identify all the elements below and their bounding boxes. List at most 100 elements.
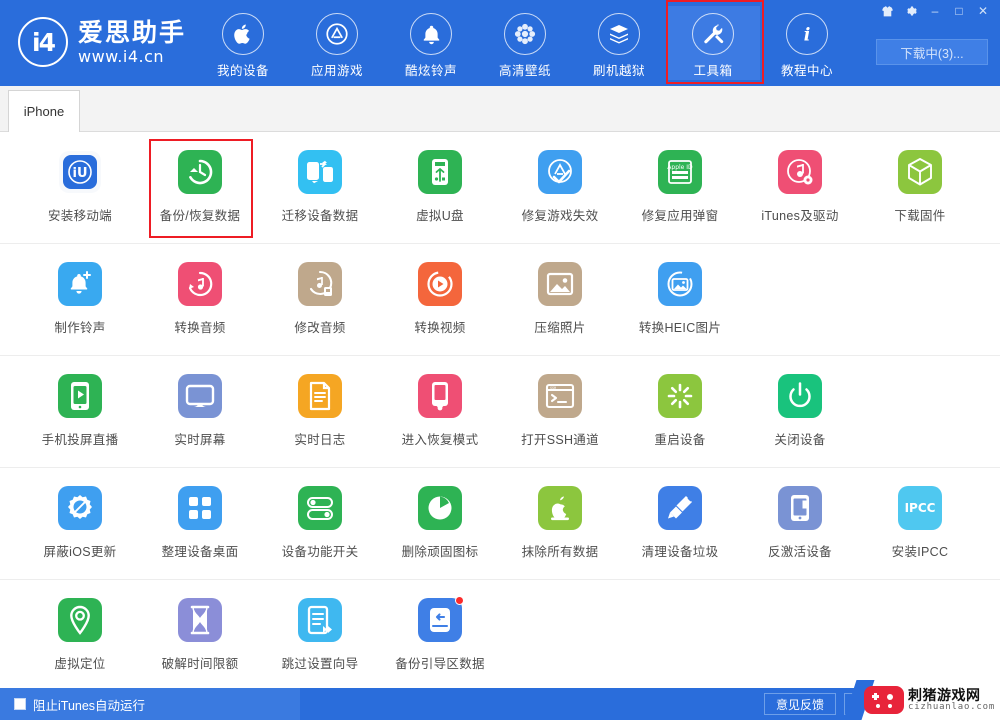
tool-live-screen[interactable]: 实时屏幕: [140, 356, 260, 467]
svg-text:SSH: SSH: [550, 386, 556, 390]
nav-item-flower[interactable]: 高清壁纸: [478, 6, 572, 80]
tool-deactivate[interactable]: 反激活设备: [740, 468, 860, 579]
tool-label: 实时日志: [294, 433, 346, 447]
migrate-device-icon: [298, 150, 342, 194]
flower-icon: [504, 13, 546, 55]
bell-icon: [410, 13, 452, 55]
tool-i4-app[interactable]: iU 安装移动端: [20, 132, 140, 243]
app-header: i4 爱思助手 www.i4.cn 我的设备 应用游戏 酷炫铃声 高清壁纸 刷机越狱 工具…: [0, 0, 1000, 86]
tool-label: 反激活设备: [767, 545, 832, 559]
toolbox-grid: iU 安装移动端 备份/恢复数据 迁移设备数据 虚拟U盘 修复游戏失效 Apple ID 修复…: [0, 132, 1000, 688]
svg-text:Apple ID: Apple ID: [667, 164, 693, 171]
nav-item-wrench[interactable]: 工具箱: [666, 0, 764, 84]
tool-label: 压缩照片: [534, 321, 586, 335]
tool-erase-all[interactable]: 抹除所有数据: [500, 468, 620, 579]
tool-label: 整理设备桌面: [161, 545, 239, 559]
tool-clean-junk[interactable]: 清理设备垃圾: [620, 468, 740, 579]
gear-icon[interactable]: [900, 2, 922, 20]
tool-itunes-driver[interactable]: iTunes及驱动: [740, 132, 860, 243]
tool-convert-video[interactable]: 转换视频: [380, 244, 500, 355]
skip-setup-icon: [298, 598, 342, 642]
brand-logo: i4 爱思助手 www.i4.cn: [18, 17, 186, 67]
nav-item-bell[interactable]: 酷炫铃声: [384, 6, 478, 80]
toolbox-row: iU 安装移动端 备份/恢复数据 迁移设备数据 虚拟U盘 修复游戏失效 Apple ID 修复…: [0, 132, 1000, 244]
tool-label: 修复游戏失效: [521, 209, 599, 223]
virtual-location-icon: [58, 598, 102, 642]
tool-label: 设备功能开关: [281, 545, 359, 559]
convert-video-icon: [418, 262, 462, 306]
watermark-cn: 刺猪游戏网: [908, 686, 981, 703]
tool-label: 删除顽固图标: [401, 545, 479, 559]
tool-feature-toggle[interactable]: 设备功能开关: [260, 468, 380, 579]
toolbox-row: 屏蔽iOS更新 整理设备桌面 设备功能开关 删除顽固图标 抹除所有数据 清理设备垃圾 反激活…: [0, 468, 1000, 580]
convert-audio-icon: [178, 262, 222, 306]
tool-label: 虚拟定位: [54, 657, 106, 671]
info-icon: i: [786, 13, 828, 55]
tool-label: 屏蔽iOS更新: [43, 545, 117, 559]
tool-label: 打开SSH通道: [521, 433, 599, 447]
toolbox-row: 制作铃声 转换音频 修改音频 转换视频 压缩照片 转换HEIC图片: [0, 244, 1000, 356]
tool-edit-audio[interactable]: 修改音频: [260, 244, 380, 355]
edit-audio-icon: [298, 262, 342, 306]
tool-hourglass[interactable]: 破解时间限额: [140, 580, 260, 688]
tool-convert-heic[interactable]: 转换HEIC图片: [620, 244, 740, 355]
screen-cast-icon: [58, 374, 102, 418]
tool-make-ringtone[interactable]: 制作铃声: [20, 244, 140, 355]
nav-item-label: 酷炫铃声: [404, 64, 457, 78]
tool-live-log[interactable]: 实时日志: [260, 356, 380, 467]
tool-firmware-cube[interactable]: 下载固件: [860, 132, 980, 243]
block-itunes-row[interactable]: 阻止iTunes自动运行: [0, 688, 300, 720]
arrange-desktop-icon: [178, 486, 222, 530]
watermark-en: cizhuanlao.com: [908, 701, 996, 712]
tool-block-update[interactable]: 屏蔽iOS更新: [20, 468, 140, 579]
nav-item-label: 刷机越狱: [592, 64, 645, 78]
tool-virtual-location[interactable]: 虚拟定位: [20, 580, 140, 688]
tool-compress-photo[interactable]: 压缩照片: [500, 244, 620, 355]
svg-text:IPCC: IPCC: [905, 501, 936, 515]
nav-item-label: 应用游戏: [310, 64, 363, 78]
make-ringtone-icon: [58, 262, 102, 306]
notification-badge: [455, 596, 464, 605]
shirt-icon[interactable]: [876, 2, 898, 20]
tool-ssh-terminal[interactable]: SSH 打开SSH通道: [500, 356, 620, 467]
nav-item-box-open[interactable]: 刷机越狱: [572, 6, 666, 80]
nav-item-appstore[interactable]: 应用游戏: [290, 6, 384, 80]
power-off-icon: [778, 374, 822, 418]
tool-migrate-device[interactable]: 迁移设备数据: [260, 132, 380, 243]
tool-ipcc[interactable]: IPCC 安装IPCC: [860, 468, 980, 579]
main-nav: 我的设备 应用游戏 酷炫铃声 高清壁纸 刷机越狱 工具箱 i 教程中心: [196, 0, 854, 84]
tool-arrange-desktop[interactable]: 整理设备桌面: [140, 468, 260, 579]
tool-label: 关闭设备: [774, 433, 826, 447]
nav-item-info[interactable]: i 教程中心: [760, 6, 854, 80]
tool-recovery-mode[interactable]: 进入恢复模式: [380, 356, 500, 467]
tool-usb-drive[interactable]: 虚拟U盘: [380, 132, 500, 243]
tool-label: 重启设备: [654, 433, 706, 447]
close-button[interactable]: ✕: [972, 2, 994, 20]
minimize-button[interactable]: –: [924, 2, 946, 20]
download-status-button[interactable]: 下载中(3)...: [876, 39, 988, 65]
block-itunes-checkbox[interactable]: [14, 698, 26, 710]
maximize-button[interactable]: □: [948, 2, 970, 20]
tab-iphone[interactable]: iPhone: [8, 90, 80, 132]
nav-item-apple[interactable]: 我的设备: [196, 6, 290, 80]
tool-label: 实时屏幕: [174, 433, 226, 447]
tool-convert-audio[interactable]: 转换音频: [140, 244, 260, 355]
feedback-button[interactable]: 意见反馈: [763, 693, 836, 715]
tool-label: 跳过设置向导: [281, 657, 359, 671]
tool-fix-game[interactable]: 修复游戏失效: [500, 132, 620, 243]
feature-toggle-icon: [298, 486, 342, 530]
tool-appleid-popup[interactable]: Apple ID 修复应用弹窗: [620, 132, 740, 243]
box-open-icon: [598, 13, 640, 55]
tool-label: 下载固件: [894, 209, 946, 223]
tool-backup-boot[interactable]: 备份引导区数据: [380, 580, 500, 688]
tool-reboot-device[interactable]: 重启设备: [620, 356, 740, 467]
tool-skip-setup[interactable]: 跳过设置向导: [260, 580, 380, 688]
appstore-icon: [316, 13, 358, 55]
tool-remove-icon[interactable]: 删除顽固图标: [380, 468, 500, 579]
tool-power-off[interactable]: 关闭设备: [740, 356, 860, 467]
wrench-icon: [692, 13, 734, 55]
tool-backup-restore[interactable]: 备份/恢复数据: [140, 132, 260, 243]
compress-photo-icon: [538, 262, 582, 306]
tool-screen-cast[interactable]: 手机投屏直播: [20, 356, 140, 467]
app-window: i4 爱思助手 www.i4.cn 我的设备 应用游戏 酷炫铃声 高清壁纸 刷机越狱 工具…: [0, 0, 1000, 720]
